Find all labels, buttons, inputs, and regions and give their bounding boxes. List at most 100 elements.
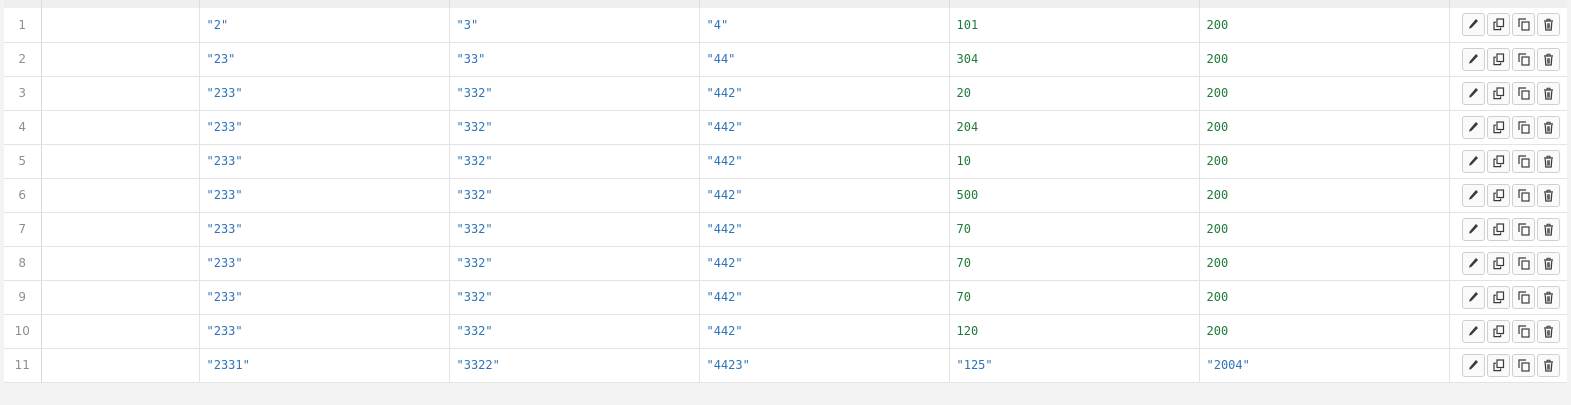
table-cell-c2[interactable]: "23" [199, 42, 450, 77]
table-cell-c4[interactable]: "442" [699, 76, 950, 111]
copy-button[interactable] [1486, 81, 1510, 105]
copy-button[interactable] [1486, 13, 1510, 37]
table-row[interactable]: 9 "233" "332" "442" 70 200 [4, 280, 1567, 315]
duplicate-button[interactable] [1511, 149, 1535, 173]
table-cell-c2[interactable]: "2331" [199, 348, 450, 383]
table-cell-c3[interactable]: "332" [449, 144, 700, 179]
table-cell-c1[interactable] [41, 144, 200, 179]
table-cell-c6[interactable]: 200 [1199, 144, 1450, 179]
edit-button[interactable] [1461, 13, 1485, 37]
copy-button[interactable] [1486, 115, 1510, 139]
table-cell-c4[interactable]: "442" [699, 280, 950, 315]
delete-button[interactable] [1536, 149, 1560, 173]
table-cell-c3[interactable]: "332" [449, 110, 700, 145]
delete-button[interactable] [1536, 319, 1560, 343]
duplicate-button[interactable] [1511, 251, 1535, 275]
table-cell-c2[interactable]: "2" [199, 8, 450, 43]
table-cell-c6[interactable]: 200 [1199, 178, 1450, 213]
table-row[interactable]: 6 "233" "332" "442" 500 200 [4, 178, 1567, 213]
delete-button[interactable] [1536, 183, 1560, 207]
table-cell-c3[interactable]: "332" [449, 314, 700, 349]
edit-button[interactable] [1461, 217, 1485, 241]
table-cell-c2[interactable]: "233" [199, 212, 450, 247]
edit-button[interactable] [1461, 183, 1485, 207]
table-cell-c2[interactable]: "233" [199, 246, 450, 281]
delete-button[interactable] [1536, 115, 1560, 139]
table-cell-c3[interactable]: "332" [449, 212, 700, 247]
table-cell-c2[interactable]: "233" [199, 76, 450, 111]
delete-button[interactable] [1536, 251, 1560, 275]
table-cell-c3[interactable]: "332" [449, 76, 700, 111]
table-cell-c5[interactable]: 20 [949, 76, 1200, 111]
table-cell-c4[interactable]: "442" [699, 212, 950, 247]
delete-button[interactable] [1536, 81, 1560, 105]
copy-button[interactable] [1486, 217, 1510, 241]
edit-button[interactable] [1461, 285, 1485, 309]
table-cell-c4[interactable]: "44" [699, 42, 950, 77]
table-cell-c1[interactable] [41, 178, 200, 213]
table-cell-c1[interactable] [41, 314, 200, 349]
table-cell-c2[interactable]: "233" [199, 178, 450, 213]
table-cell-c6[interactable]: 200 [1199, 110, 1450, 145]
table-cell-c2[interactable]: "233" [199, 280, 450, 315]
table-cell-c6[interactable]: 200 [1199, 246, 1450, 281]
table-cell-c4[interactable]: "442" [699, 246, 950, 281]
table-cell-c5[interactable]: 304 [949, 42, 1200, 77]
table-cell-c5[interactable]: 70 [949, 246, 1200, 281]
edit-button[interactable] [1461, 47, 1485, 71]
copy-button[interactable] [1486, 149, 1510, 173]
table-cell-c6[interactable]: 200 [1199, 8, 1450, 43]
table-cell-c5[interactable]: 500 [949, 178, 1200, 213]
table-cell-c5[interactable]: 120 [949, 314, 1200, 349]
table-cell-c3[interactable]: "3322" [449, 348, 700, 383]
table-cell-c5[interactable]: 70 [949, 280, 1200, 315]
duplicate-button[interactable] [1511, 217, 1535, 241]
table-cell-c1[interactable] [41, 42, 200, 77]
table-cell-c1[interactable] [41, 280, 200, 315]
table-row[interactable]: 2 "23" "33" "44" 304 200 [4, 42, 1567, 77]
duplicate-button[interactable] [1511, 285, 1535, 309]
table-cell-c3[interactable]: "332" [449, 280, 700, 315]
table-row[interactable]: 1 "2" "3" "4" 101 200 [4, 8, 1567, 43]
table-cell-c1[interactable] [41, 348, 200, 383]
delete-button[interactable] [1536, 353, 1560, 377]
table-cell-c1[interactable] [41, 8, 200, 43]
table-cell-c6[interactable]: 200 [1199, 280, 1450, 315]
table-cell-c5[interactable]: 101 [949, 8, 1200, 43]
table-cell-c6[interactable]: 200 [1199, 314, 1450, 349]
table-cell-c3[interactable]: "3" [449, 8, 700, 43]
table-cell-c2[interactable]: "233" [199, 144, 450, 179]
table-row[interactable]: 7 "233" "332" "442" 70 200 [4, 212, 1567, 247]
delete-button[interactable] [1536, 13, 1560, 37]
table-cell-c5[interactable]: 70 [949, 212, 1200, 247]
duplicate-button[interactable] [1511, 353, 1535, 377]
duplicate-button[interactable] [1511, 183, 1535, 207]
copy-button[interactable] [1486, 285, 1510, 309]
duplicate-button[interactable] [1511, 115, 1535, 139]
table-row[interactable]: 3 "233" "332" "442" 20 200 [4, 76, 1567, 111]
edit-button[interactable] [1461, 149, 1485, 173]
duplicate-button[interactable] [1511, 13, 1535, 37]
table-row[interactable]: 11 "2331" "3322" "4423" "125" "2004" [4, 348, 1567, 383]
table-row[interactable]: 5 "233" "332" "442" 10 200 [4, 144, 1567, 179]
table-cell-c4[interactable]: "4423" [699, 348, 950, 383]
duplicate-button[interactable] [1511, 319, 1535, 343]
copy-button[interactable] [1486, 183, 1510, 207]
table-row[interactable]: 8 "233" "332" "442" 70 200 [4, 246, 1567, 281]
table-cell-c6[interactable]: "2004" [1199, 348, 1450, 383]
edit-button[interactable] [1461, 319, 1485, 343]
edit-button[interactable] [1461, 115, 1485, 139]
delete-button[interactable] [1536, 217, 1560, 241]
table-cell-c4[interactable]: "442" [699, 144, 950, 179]
duplicate-button[interactable] [1511, 81, 1535, 105]
table-cell-c1[interactable] [41, 76, 200, 111]
table-cell-c2[interactable]: "233" [199, 314, 450, 349]
table-cell-c3[interactable]: "332" [449, 246, 700, 281]
copy-button[interactable] [1486, 251, 1510, 275]
copy-button[interactable] [1486, 319, 1510, 343]
table-cell-c6[interactable]: 200 [1199, 212, 1450, 247]
table-cell-c6[interactable]: 200 [1199, 76, 1450, 111]
table-cell-c4[interactable]: "442" [699, 178, 950, 213]
edit-button[interactable] [1461, 251, 1485, 275]
edit-button[interactable] [1461, 353, 1485, 377]
